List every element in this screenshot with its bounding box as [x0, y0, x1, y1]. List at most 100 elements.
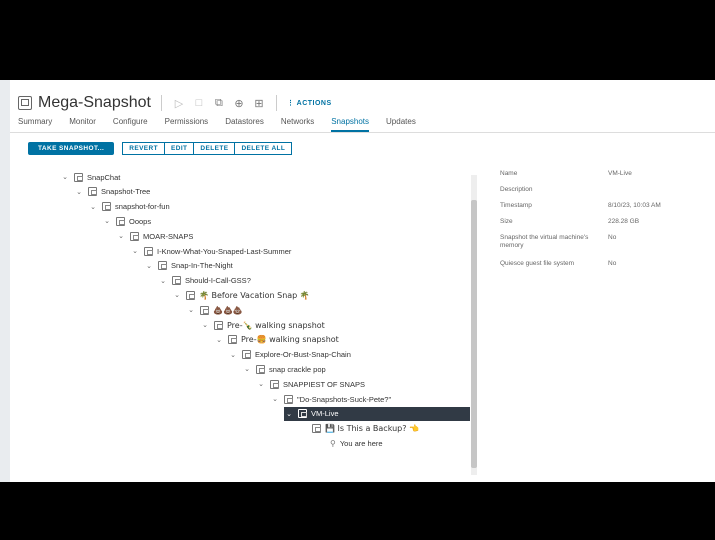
power-on-icon[interactable]: ▷: [172, 97, 186, 110]
snapshot-icon: [116, 216, 125, 226]
tree-node-label: snapshot-for-fun: [115, 202, 170, 212]
divider: [275, 95, 277, 111]
tree-node[interactable]: ⌄ SnapChat: [60, 170, 120, 184]
chevron-down-icon[interactable]: ⌄: [256, 380, 266, 388]
letterbox-bottom: [0, 482, 715, 540]
chevron-down-icon[interactable]: ⌄: [228, 351, 238, 359]
tree-node[interactable]: ⌄ 💩💩💩: [186, 303, 243, 317]
snapshot-toolbar: TAKE SNAPSHOT... REVERT EDIT DELETE DELE…: [28, 142, 293, 155]
snapshot-icon: [242, 350, 251, 360]
revert-button[interactable]: REVERT: [122, 142, 165, 155]
take-snapshot-button[interactable]: TAKE SNAPSHOT...: [28, 142, 115, 155]
tree-node[interactable]: ⌄ Snapshot-Tree: [74, 185, 150, 199]
tree-node[interactable]: ⌄ snap crackle pop: [242, 362, 326, 376]
tree-node-label: Explore-Or-Bust-Snap-Chain: [255, 350, 351, 360]
tab-summary[interactable]: Summary: [18, 116, 52, 132]
chevron-down-icon[interactable]: ⌄: [74, 188, 84, 196]
tree-node[interactable]: ⌄ snapshot-for-fun: [88, 200, 170, 214]
chevron-down-icon[interactable]: ⌄: [200, 321, 210, 329]
snapshot-icon: [256, 364, 265, 374]
tab-snapshots[interactable]: Snapshots: [331, 116, 370, 132]
left-edge: [0, 80, 10, 482]
detail-value: 228.28 GB: [608, 218, 640, 225]
tab-permissions[interactable]: Permissions: [165, 116, 209, 132]
chevron-down-icon[interactable]: ⌄: [186, 306, 196, 314]
chevron-down-icon[interactable]: ⌄: [144, 262, 154, 270]
actions-label: ACTIONS: [296, 100, 332, 107]
snapshot-icon: [312, 424, 321, 434]
tree-node[interactable]: ⌄ MOAR-SNAPS: [116, 229, 193, 243]
tab-updates[interactable]: Updates: [386, 116, 416, 132]
snapshot-tree: ⌄ SnapChat ⌄ Snapshot-Tree ⌄ snapshot-for-f…: [10, 170, 472, 460]
detail-label: Quiesce guest file system: [500, 260, 575, 267]
delete-button[interactable]: DELETE: [193, 142, 236, 155]
tree-node-selected[interactable]: ⌄ VM-Live: [284, 406, 470, 421]
snapshot-icon: [74, 172, 83, 182]
chevron-down-icon[interactable]: ⌄: [284, 410, 294, 418]
tree-node[interactable]: ⌄ "Do-Snapshots-Suck-Pete?": [270, 392, 391, 406]
tab-configure[interactable]: Configure: [113, 116, 148, 132]
tabs-divider: [10, 132, 715, 133]
tree-node[interactable]: ⌄ Snap-In-The-Night: [144, 259, 233, 273]
tree-node[interactable]: ⌄ Pre-🍾 walking snapshot: [200, 318, 325, 332]
tab-monitor[interactable]: Monitor: [69, 116, 96, 132]
letterbox-top: [0, 0, 715, 80]
tab-networks[interactable]: Networks: [281, 116, 314, 132]
tree-node[interactable]: 💾 Is This a Backup? 👈: [308, 422, 419, 436]
chevron-down-icon[interactable]: ⌄: [88, 203, 98, 211]
tree-node-label: You are here: [339, 438, 383, 448]
tree-node[interactable]: ⌄ Pre-🍔 walking snapshot: [214, 333, 339, 347]
tree-node[interactable]: ⌄ SNAPPIEST OF SNAPS: [256, 377, 365, 391]
detail-label: Name: [500, 170, 518, 177]
chevron-down-icon[interactable]: ⌄: [130, 247, 140, 255]
tree-scrollbar-thumb[interactable]: [471, 200, 477, 468]
snapshot-icon: [186, 290, 195, 300]
chevron-down-icon[interactable]: ⌄: [172, 291, 182, 299]
snapshot-icon: [228, 335, 237, 345]
tree-node[interactable]: ⌄ Explore-Or-Bust-Snap-Chain: [228, 348, 351, 362]
detail-value: No: [608, 234, 617, 241]
chevron-down-icon[interactable]: ⌄: [214, 336, 224, 344]
snapshot-icon: [214, 320, 223, 330]
migrate-icon[interactable]: ⊕: [232, 97, 246, 110]
tree-node-label: MOAR-SNAPS: [143, 231, 194, 241]
actions-menu[interactable]: ⋮ ACTIONS: [287, 99, 332, 107]
tree-node-label: 💩💩💩: [213, 305, 243, 315]
you-are-here-node[interactable]: ⚲ You are here: [328, 436, 383, 450]
chevron-down-icon[interactable]: ⌄: [242, 365, 252, 373]
tree-node-label: SnapChat: [87, 172, 121, 182]
detail-label: Snapshot the virtual machine's memory: [500, 234, 589, 249]
tree-node[interactable]: ⌄ 🌴 Before Vacation Snap 🌴: [172, 288, 310, 302]
snapshot-icon[interactable]: ⊞: [252, 97, 266, 110]
tree-node-label: Should-I-Call-GSS?: [185, 276, 251, 286]
tab-datastores[interactable]: Datastores: [225, 116, 264, 132]
detail-label: Timestamp: [500, 202, 532, 209]
chevron-down-icon[interactable]: ⌄: [116, 232, 126, 240]
tree-node[interactable]: ⌄ Should-I-Call-GSS?: [158, 274, 251, 288]
console-icon[interactable]: ⧉: [212, 97, 226, 110]
tree-node-label: Pre-🍾 walking snapshot: [227, 320, 325, 330]
tree-node-label: Pre-🍔 walking snapshot: [241, 335, 339, 345]
detail-value: 8/10/23, 10:03 AM: [608, 202, 661, 209]
detail-value: VM-Live: [608, 170, 632, 177]
snapshot-icon: [158, 261, 167, 271]
tree-node[interactable]: ⌄ Ooops: [102, 214, 151, 228]
chevron-down-icon[interactable]: ⌄: [158, 277, 168, 285]
tree-node-label: VM-Live: [311, 409, 339, 419]
snapshot-icon: [298, 409, 307, 419]
title-bar: Mega-Snapshot ▷ □ ⧉ ⊕ ⊞ ⋮ ACTIONS: [18, 92, 332, 114]
edit-button[interactable]: EDIT: [164, 142, 195, 155]
tree-node[interactable]: ⌄ I-Know-What-You-Snaped-Last-Summer: [130, 244, 291, 258]
snapshot-icon: [172, 276, 181, 286]
vm-icon: [18, 96, 32, 110]
snapshot-icon: [200, 305, 209, 315]
snapshot-icon: [88, 187, 97, 197]
snapshot-actions-group: REVERT EDIT DELETE DELETE ALL: [122, 142, 293, 155]
detail-label: Description: [500, 186, 533, 193]
tree-node-label: SNAPPIEST OF SNAPS: [283, 379, 365, 389]
chevron-down-icon[interactable]: ⌄: [270, 395, 280, 403]
delete-all-button[interactable]: DELETE ALL: [234, 142, 293, 155]
chevron-down-icon[interactable]: ⌄: [60, 173, 70, 181]
chevron-down-icon[interactable]: ⌄: [102, 217, 112, 225]
power-off-icon[interactable]: □: [192, 97, 206, 109]
